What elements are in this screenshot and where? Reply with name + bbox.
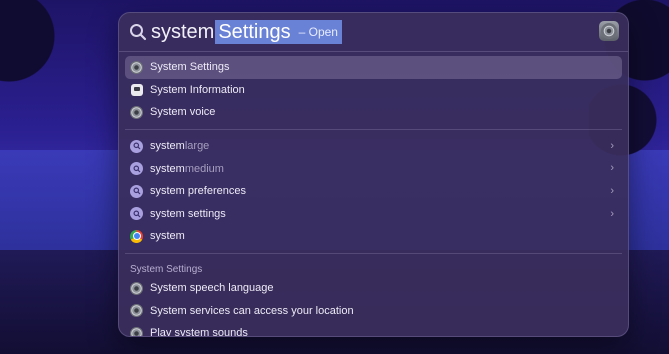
system-settings-gear-icon — [130, 326, 143, 336]
section-divider — [125, 128, 622, 130]
search-autocomplete-action: – Open — [298, 25, 338, 39]
result-system-services-location[interactable]: System services can access your location — [125, 299, 622, 322]
search-query[interactable]: system Settings – Open — [151, 20, 342, 44]
suggestion-label: system preferences — [150, 185, 246, 198]
result-system-voice[interactable]: System voice — [125, 101, 622, 124]
suggestion-label: system settings — [150, 207, 226, 220]
results-list: System Settings System Information Syste… — [119, 52, 628, 337]
result-system-settings[interactable]: System Settings — [125, 56, 622, 79]
search-autocomplete-text: Settings — [218, 20, 291, 43]
system-settings-gear-icon — [130, 304, 143, 318]
system-settings-gear-icon — [130, 105, 143, 119]
result-label: Play system sounds — [150, 327, 248, 337]
search-icon — [130, 24, 147, 41]
chevron-right-icon: › — [610, 184, 614, 197]
chevron-right-icon: › — [610, 139, 614, 152]
section-divider — [125, 252, 622, 254]
search-suggestion-icon — [130, 207, 143, 221]
suggestion-label: system — [150, 230, 185, 243]
section-title-system-settings: System Settings — [130, 263, 203, 275]
suggestion-label-rest: medium — [184, 162, 224, 175]
suggestion-systemlarge[interactable]: system large › — [125, 135, 622, 158]
search-autocomplete: Settings – Open — [215, 20, 342, 44]
suggestion-system-chrome[interactable]: system — [125, 225, 622, 248]
spotlight-search-bar[interactable]: system Settings – Open — [119, 13, 628, 51]
result-play-system-sounds[interactable]: Play system sounds — [125, 322, 622, 337]
system-settings-app-icon — [599, 21, 619, 41]
system-settings-gear-icon — [130, 281, 143, 295]
result-system-speech-language[interactable]: System speech language — [125, 277, 622, 300]
result-label: System Information — [150, 83, 245, 96]
suggestion-system-preferences[interactable]: system preferences › — [125, 180, 622, 203]
result-label: System Settings — [150, 61, 230, 74]
search-suggestion-icon — [130, 184, 143, 198]
system-information-icon — [130, 83, 143, 96]
chevron-right-icon: › — [610, 162, 614, 175]
result-label: System voice — [150, 106, 216, 119]
chrome-icon — [130, 229, 143, 243]
chevron-right-icon: › — [610, 207, 614, 220]
result-label: System speech language — [150, 282, 274, 295]
search-suggestion-icon — [130, 162, 143, 176]
result-label: System services can access your location — [150, 304, 354, 317]
suggestion-label-rest: large — [184, 140, 210, 153]
search-typed-text: system — [151, 20, 215, 43]
spotlight-panel: system Settings – Open System Settings S… — [118, 12, 629, 337]
system-settings-gear-icon — [130, 60, 143, 74]
search-suggestion-icon — [130, 139, 143, 153]
wallpaper-tree-left — [0, 0, 90, 120]
suggestion-systemmedium[interactable]: system medium › — [125, 157, 622, 180]
suggestion-system-settings[interactable]: system settings › — [125, 203, 622, 226]
suggestion-label: system — [150, 140, 185, 153]
result-system-information[interactable]: System Information — [125, 79, 622, 102]
suggestion-label: system — [150, 162, 185, 175]
